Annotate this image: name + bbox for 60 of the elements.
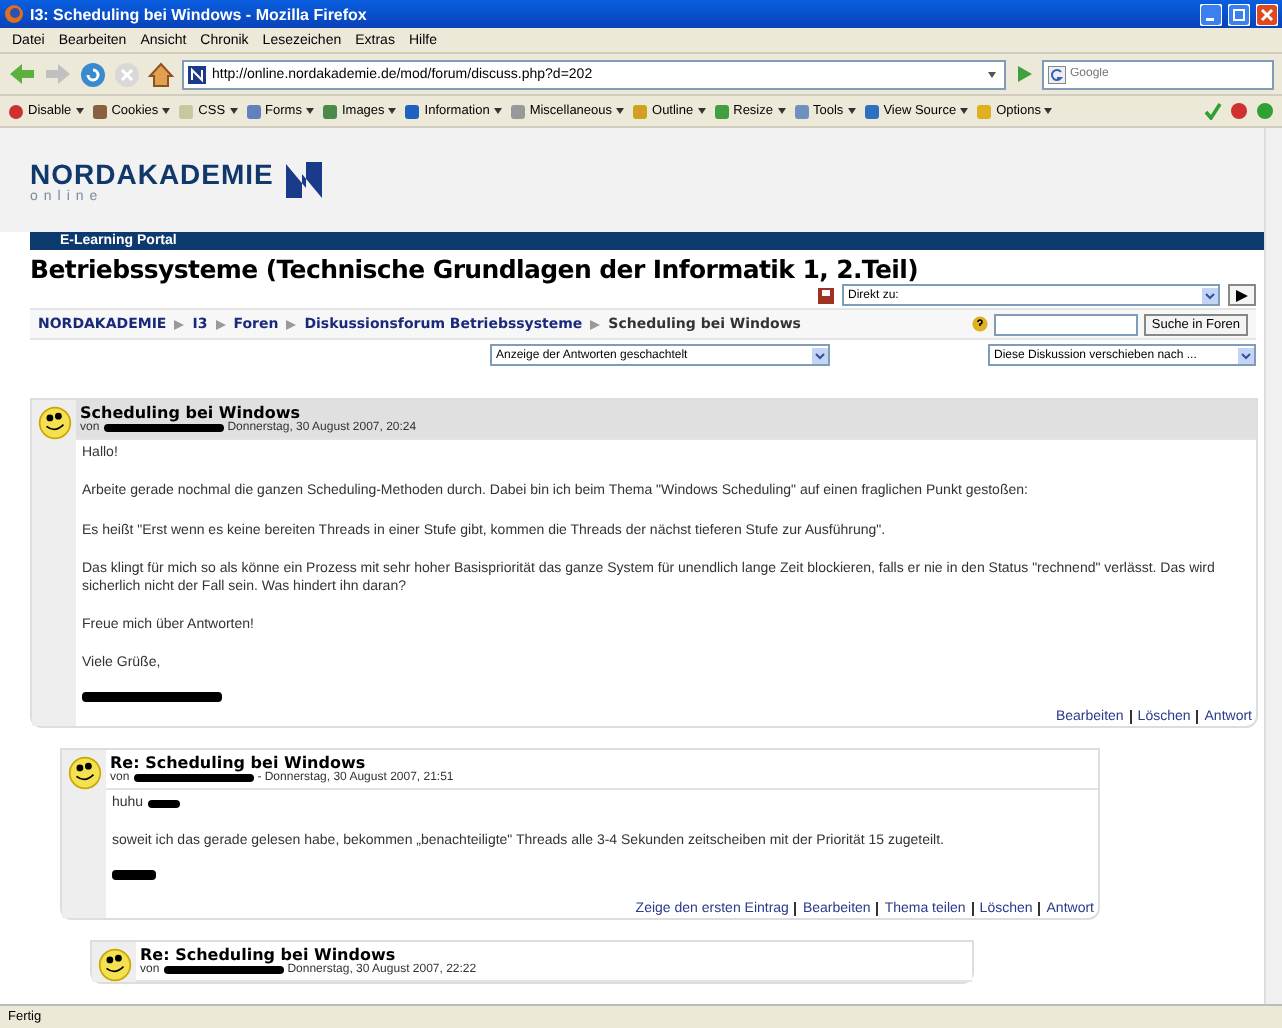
caret-icon	[777, 108, 785, 114]
google-icon	[1048, 65, 1066, 83]
caret-icon	[697, 108, 706, 114]
dropdown-arrow-icon[interactable]	[1202, 287, 1218, 304]
redaction-bar	[163, 966, 284, 974]
toolbar-item-icon	[178, 103, 195, 119]
separator-icon	[215, 319, 226, 330]
separator-icon	[590, 319, 601, 330]
dropdown-arrow-icon[interactable]	[812, 347, 828, 364]
caret-icon	[229, 108, 238, 114]
toolbar-item-icon	[793, 103, 809, 119]
caret-icon	[493, 108, 502, 114]
site-favicon	[188, 65, 206, 83]
toolbar-item-icon	[91, 103, 108, 119]
firefox-icon	[4, 4, 24, 24]
caret-icon	[305, 108, 314, 114]
toolbar-item-icon	[632, 103, 649, 119]
toolbar-item-icon	[509, 103, 526, 119]
go-button[interactable]	[1228, 284, 1256, 307]
logo-mark-icon	[281, 158, 326, 203]
caret-icon	[162, 108, 171, 114]
redaction-bar	[103, 424, 224, 433]
toolbar-item-icon	[404, 103, 421, 119]
window-title: I3: Scheduling bei Windows - Mozilla Firefox	[30, 5, 369, 23]
smiley-icon	[97, 948, 131, 982]
go-arrow-icon[interactable]	[1014, 64, 1034, 84]
checkmark-icon	[1204, 102, 1222, 120]
separator-icon	[174, 319, 185, 330]
toolbar-item-icon	[713, 103, 730, 119]
minimize-button[interactable]	[1200, 3, 1222, 25]
toolbar-item-icon	[863, 103, 880, 119]
reload-icon[interactable]	[80, 61, 106, 87]
toolbar-item-icon	[245, 103, 262, 119]
separator-icon	[286, 319, 297, 330]
course-title: Betriebssysteme (Technische Grundlagen der Informatik 1, 2.Teil)	[30, 254, 921, 285]
redaction-bar	[133, 774, 254, 782]
home-icon[interactable]	[148, 61, 174, 87]
toolbar-item-icon	[976, 103, 993, 119]
caret-icon	[388, 108, 397, 114]
logo-text: NORDAKADEMIE	[30, 157, 274, 190]
maximize-button[interactable]	[1228, 3, 1250, 25]
post-subject: Re: Scheduling bei Windows	[110, 754, 366, 772]
caret-icon	[1044, 108, 1053, 114]
caret-icon	[616, 108, 625, 114]
caret-icon	[960, 108, 969, 114]
smiley-icon	[67, 756, 101, 790]
post-subject: Scheduling bei Windows	[80, 404, 301, 423]
post-subject: Re: Scheduling bei Windows	[140, 946, 396, 964]
help-icon[interactable]	[971, 316, 988, 333]
smiley-icon	[37, 406, 71, 441]
close-button[interactable]	[1256, 3, 1278, 25]
scrollbar[interactable]	[1264, 128, 1282, 1004]
play-icon	[1236, 289, 1248, 302]
forum-search-field[interactable]	[993, 313, 1138, 336]
toolbar-item-icon	[8, 103, 24, 119]
dropdown-arrow-icon[interactable]	[1238, 347, 1254, 364]
save-icon[interactable]	[818, 287, 834, 304]
caret-icon	[75, 108, 84, 114]
caret-icon	[847, 108, 856, 114]
toolbar-item-icon	[321, 103, 338, 119]
